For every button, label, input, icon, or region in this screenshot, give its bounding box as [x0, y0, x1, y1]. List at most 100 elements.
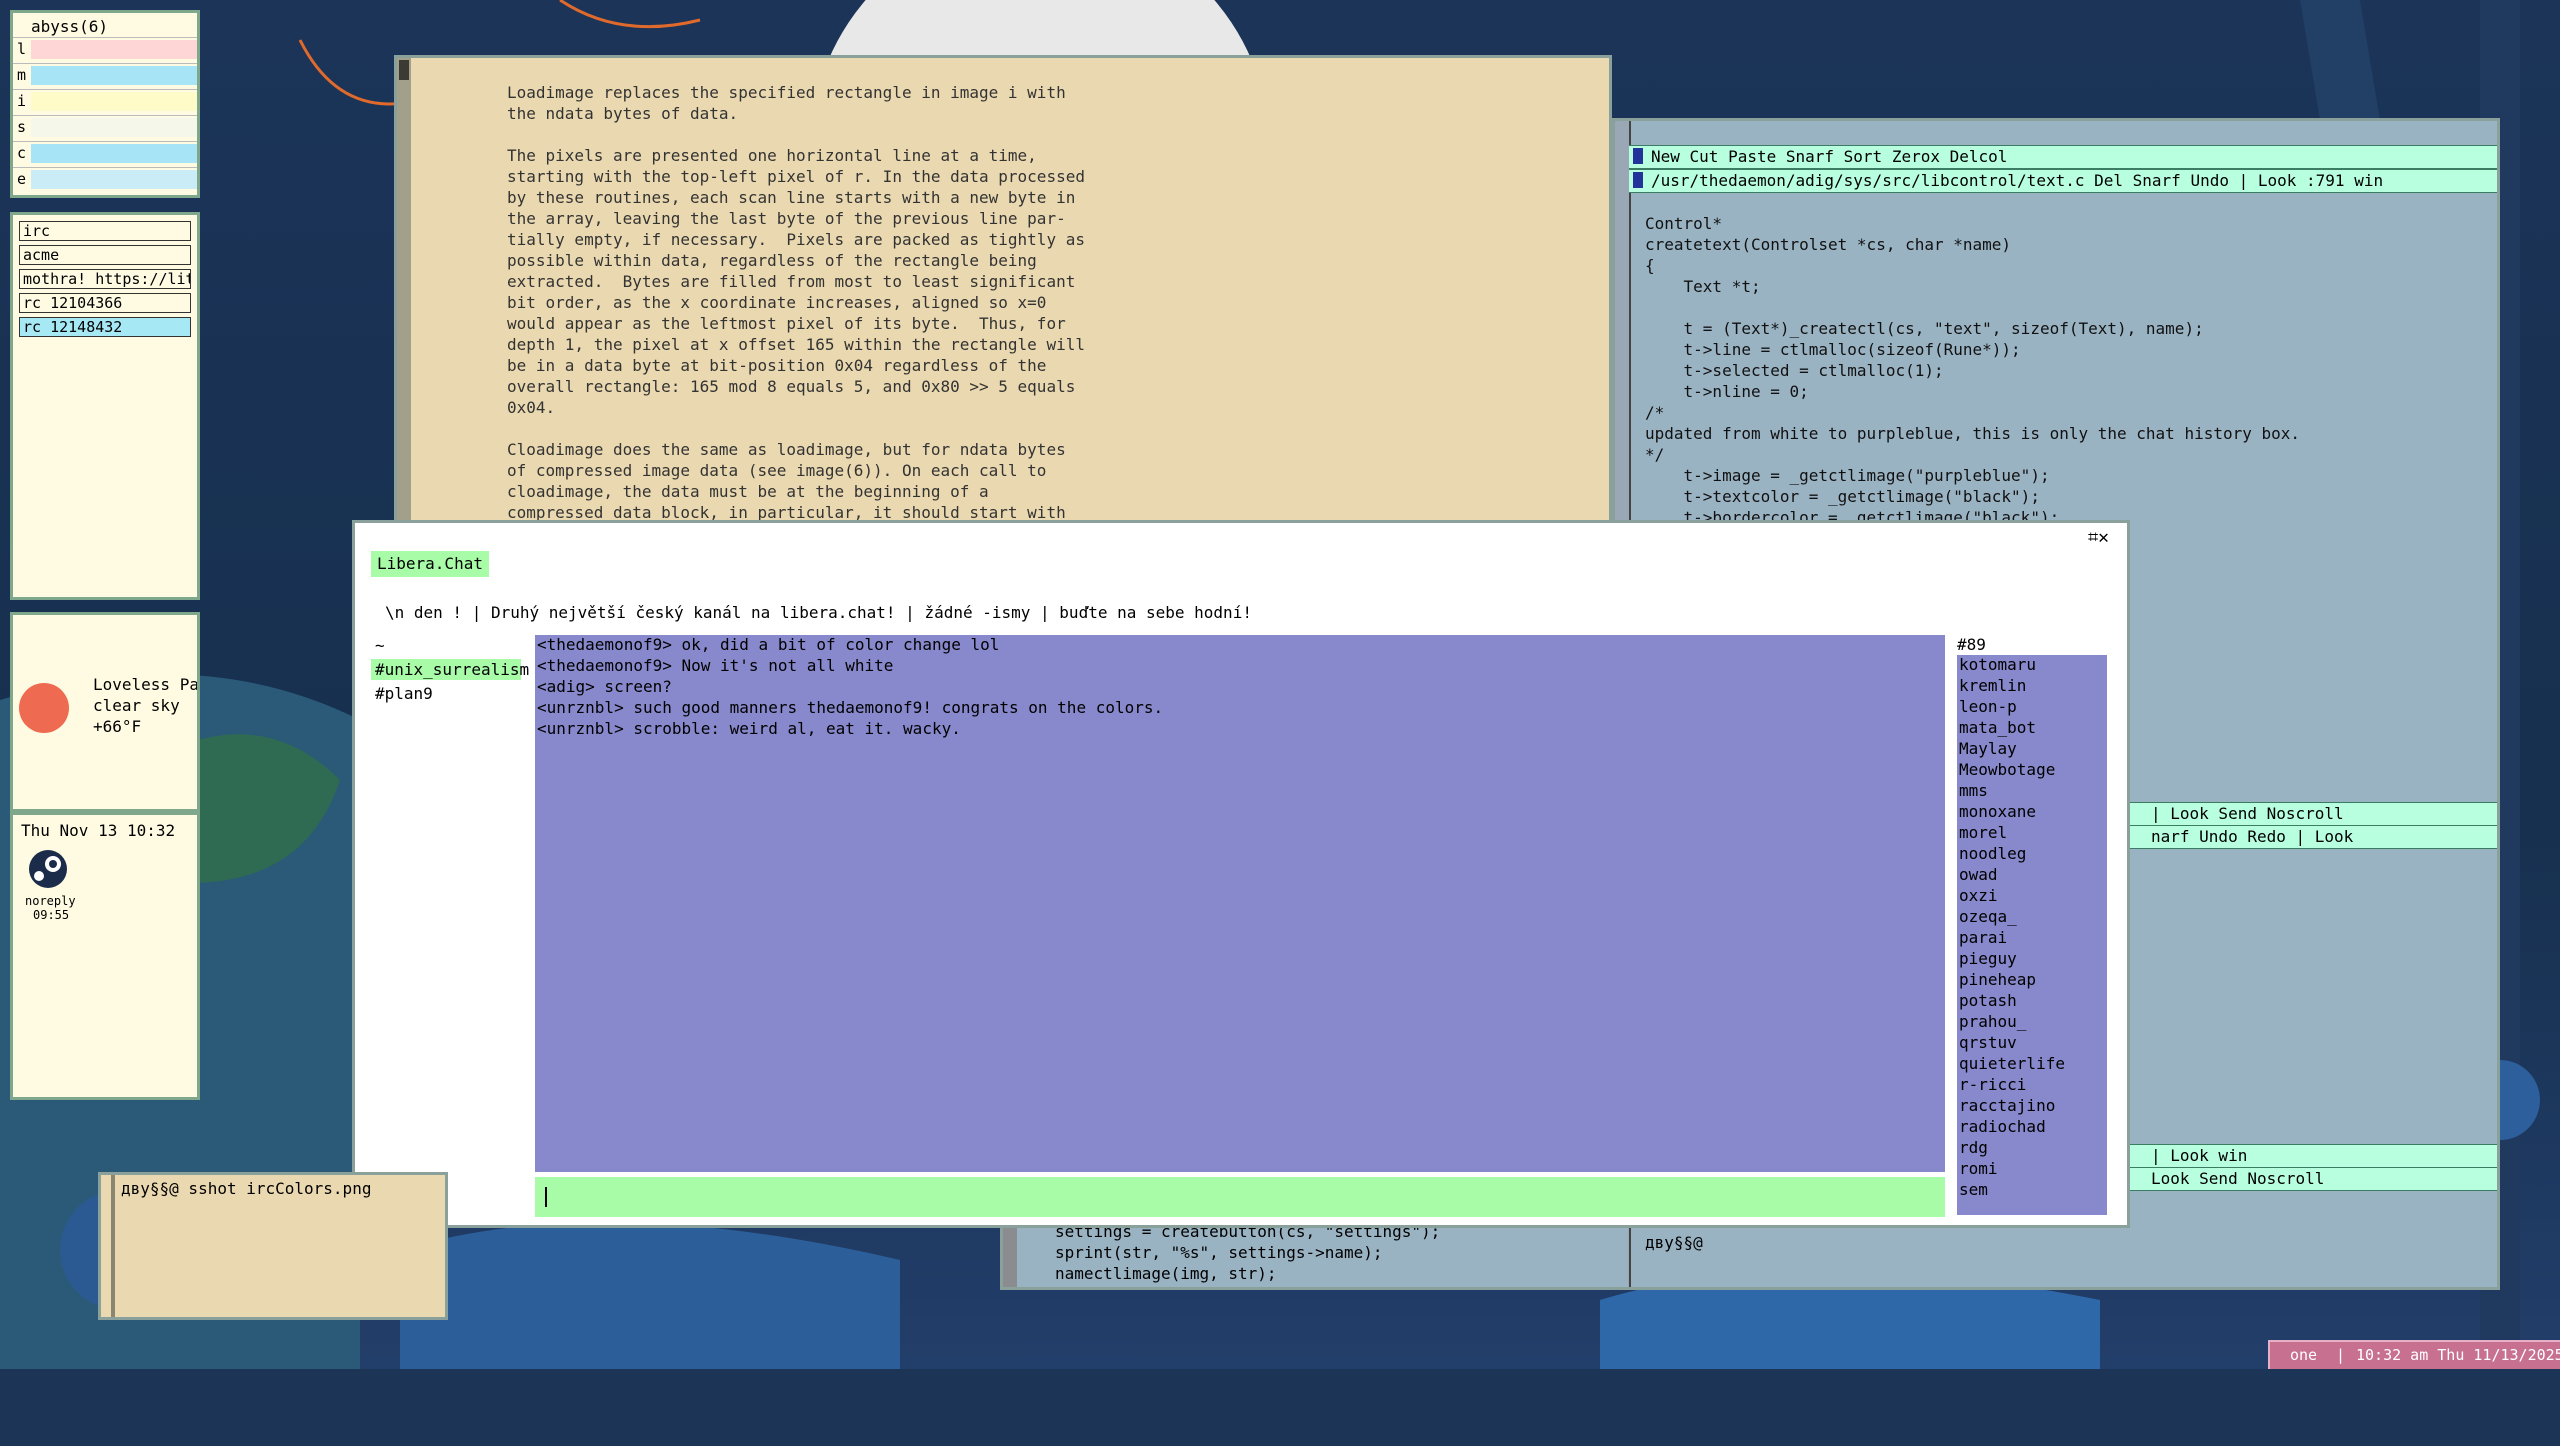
nick-item[interactable]: monoxane	[1959, 802, 2036, 821]
nick-item[interactable]: pieguy	[1959, 949, 2017, 968]
nick-item[interactable]: kremlin	[1959, 676, 2026, 695]
nick-item[interactable]: morel	[1959, 823, 2007, 842]
acme-tag-4[interactable]: narf Undo Redo | Look	[2129, 825, 2497, 849]
irc-window[interactable]: Libera.Chat ⌗✕ \n den ! | Druhý největší…	[352, 520, 2130, 1228]
code-line[interactable]: /*	[1645, 402, 2300, 423]
nick-item[interactable]: prahou_	[1959, 1012, 2026, 1031]
column-tag-text[interactable]: New Cut Paste Snarf Sort Zerox Delcol	[1651, 147, 2007, 166]
code-line[interactable]: t = (Text*)_createctl(cs, "text", sizeof…	[1645, 318, 2300, 339]
nick-item[interactable]: leon-p	[1959, 697, 2017, 716]
file-tag-text[interactable]: /usr/thedaemon/adig/sys/src/libcontrol/t…	[1651, 171, 2383, 190]
window-list-item[interactable]: rc 12104366	[19, 293, 191, 313]
nick-item[interactable]: oxzi	[1959, 886, 1998, 905]
man-page-window[interactable]: Loadimage replaces the specified rectang…	[394, 55, 1612, 530]
code-line[interactable]: sprint(str, "%s", settings->name);	[1055, 1243, 1440, 1264]
nick-item[interactable]: mata_bot	[1959, 718, 2036, 737]
nick-item[interactable]: sem	[1959, 1180, 1988, 1199]
window-list-item[interactable]: irc	[19, 221, 191, 241]
code-line[interactable]: t->line = ctlmalloc(sizeof(Rune*));	[1645, 339, 2300, 360]
acme-code-body[interactable]: Control* createtext(Controlset *cs, char …	[1645, 213, 2300, 549]
code-line[interactable]: t->selected = ctlmalloc(1);	[1645, 360, 2300, 381]
code-line[interactable]: Control*	[1645, 213, 2300, 234]
man-line: the ndata bytes of data.	[507, 104, 739, 123]
chat-input[interactable]	[535, 1177, 1945, 1217]
terminal-scrollbar[interactable]	[111, 1175, 115, 1317]
stat-label: i	[17, 92, 27, 110]
tag3-text[interactable]: | Look Send Noscroll	[2151, 804, 2344, 823]
acme-column-tag[interactable]: New Cut Paste Snarf Sort Zerox Delcol	[1629, 145, 2497, 169]
nick-item[interactable]: rdg	[1959, 1138, 1988, 1157]
stat-graph	[31, 66, 197, 85]
acme-file-tag[interactable]: /usr/thedaemon/adig/sys/src/libcontrol/t…	[1629, 169, 2497, 193]
nick-item[interactable]: Meowbotage	[1959, 760, 2055, 779]
nick-item[interactable]: parai	[1959, 928, 2007, 947]
window-list: irc acme mothra! https://lite rc 12104366 rc…	[10, 212, 200, 600]
code-line[interactable]: t->textcolor = _getctlimage("black");	[1645, 486, 2300, 507]
acme-tag-3[interactable]: | Look Send Noscroll	[2129, 802, 2497, 826]
acme-tag-6[interactable]: Look Send Noscroll	[2129, 1167, 2497, 1191]
rc-terminal-window[interactable]: дву§§@ sshot ircColors.png	[98, 1172, 448, 1320]
window-list-item[interactable]: acme	[19, 245, 191, 265]
acme-tag-5[interactable]: | Look win	[2129, 1144, 2497, 1168]
man-line	[507, 124, 1085, 145]
code-line[interactable]: t->image = _getctlimage("purpleblue");	[1645, 465, 2300, 486]
nick-item[interactable]: radiochad	[1959, 1117, 2046, 1136]
nick-item[interactable]: pineheap	[1959, 970, 2036, 989]
nick-item[interactable]: qrstuv	[1959, 1033, 2017, 1052]
column-handle-icon[interactable]	[1633, 148, 1643, 164]
nick-item[interactable]: noodleg	[1959, 844, 2026, 863]
man-line: the array, leaving the last byte of the …	[507, 209, 1066, 228]
window-list-item[interactable]: mothra! https://lite	[19, 269, 191, 289]
man-scrollbar[interactable]	[397, 58, 411, 527]
steam-icon[interactable]	[23, 849, 73, 889]
tag5-text[interactable]: | Look win	[2151, 1146, 2247, 1165]
code-line[interactable]: */	[1645, 444, 2300, 465]
stats-title: abyss(6)	[31, 17, 109, 36]
man-line: by these routines, each scan line starts…	[507, 188, 1076, 207]
man-line: overall rectangle: 165 mod 8 equals 5, a…	[507, 377, 1076, 396]
code-line[interactable]: Text *t;	[1645, 276, 2300, 297]
lower-scrollbar[interactable]	[1003, 1222, 1017, 1287]
clock-widget: Thu Nov 13 10:32 noreply 09:55	[10, 812, 200, 1100]
code-line[interactable]: t->nline = 0;	[1645, 381, 2300, 402]
nick-item[interactable]: romi	[1959, 1159, 1998, 1178]
code-line[interactable]: updated from white to purpleblue, this i…	[1645, 423, 2300, 444]
channel-topic: \n den ! | Druhý největší český kanál na…	[385, 603, 1252, 622]
code-line[interactable]	[1645, 297, 2300, 318]
stat-graph	[31, 118, 197, 137]
clock-datetime: Thu Nov 13 10:32	[21, 821, 176, 840]
terminal-command[interactable]: дву§§@ sshot ircColors.png	[121, 1179, 371, 1198]
nick-item[interactable]: r-ricci	[1959, 1075, 2026, 1094]
nick-item[interactable]: Maylay	[1959, 739, 2017, 758]
code-line[interactable]: createtext(Controlset *cs, char *name)	[1645, 234, 2300, 255]
workspace-label[interactable]: one	[2290, 1342, 2317, 1368]
stat-label: c	[17, 144, 27, 162]
nick-item[interactable]: potash	[1959, 991, 2017, 1010]
acme-prompt[interactable]: дву§§@	[1645, 1233, 1712, 1252]
man-scroll-thumb[interactable]	[399, 60, 409, 80]
nick-item[interactable]: quieterlife	[1959, 1054, 2065, 1073]
nick-item[interactable]: ozeqa_	[1959, 907, 2017, 926]
window-list-item[interactable]: rc 12148432	[19, 317, 191, 337]
tag6-text[interactable]: Look Send Noscroll	[2151, 1169, 2324, 1188]
window-controls-icon[interactable]: ⌗✕	[2088, 527, 2109, 548]
acme-lower-window[interactable]: settings = createbutton(cs, "settings");…	[1000, 1222, 1628, 1290]
chat-message: <unrznbl> such good manners thedaemonof9…	[537, 698, 1164, 717]
nick-item[interactable]: owad	[1959, 865, 1998, 884]
stat-label: l	[17, 40, 27, 58]
man-page-text: Loadimage replaces the specified rectang…	[507, 82, 1085, 523]
channel-item[interactable]: ~	[371, 635, 521, 656]
nick-item[interactable]: racctajino	[1959, 1096, 2055, 1115]
nick-count: #89	[1957, 635, 1986, 654]
nick-item[interactable]: kotomaru	[1959, 655, 2036, 674]
code-line[interactable]: {	[1645, 255, 2300, 276]
stat-graph	[31, 40, 197, 59]
channel-item[interactable]: #plan9	[371, 683, 521, 704]
nick-item[interactable]: mms	[1959, 781, 1988, 800]
code-line[interactable]: namectlimage(img, str);	[1055, 1264, 1440, 1285]
channel-item[interactable]: #unix_surrealism	[371, 659, 529, 680]
lower-code-body[interactable]: settings = createbutton(cs, "settings");…	[1055, 1222, 1440, 1285]
tag4-text[interactable]: narf Undo Redo | Look	[2151, 827, 2353, 846]
window-handle-icon[interactable]	[1633, 172, 1643, 188]
network-tab[interactable]: Libera.Chat	[371, 551, 489, 577]
